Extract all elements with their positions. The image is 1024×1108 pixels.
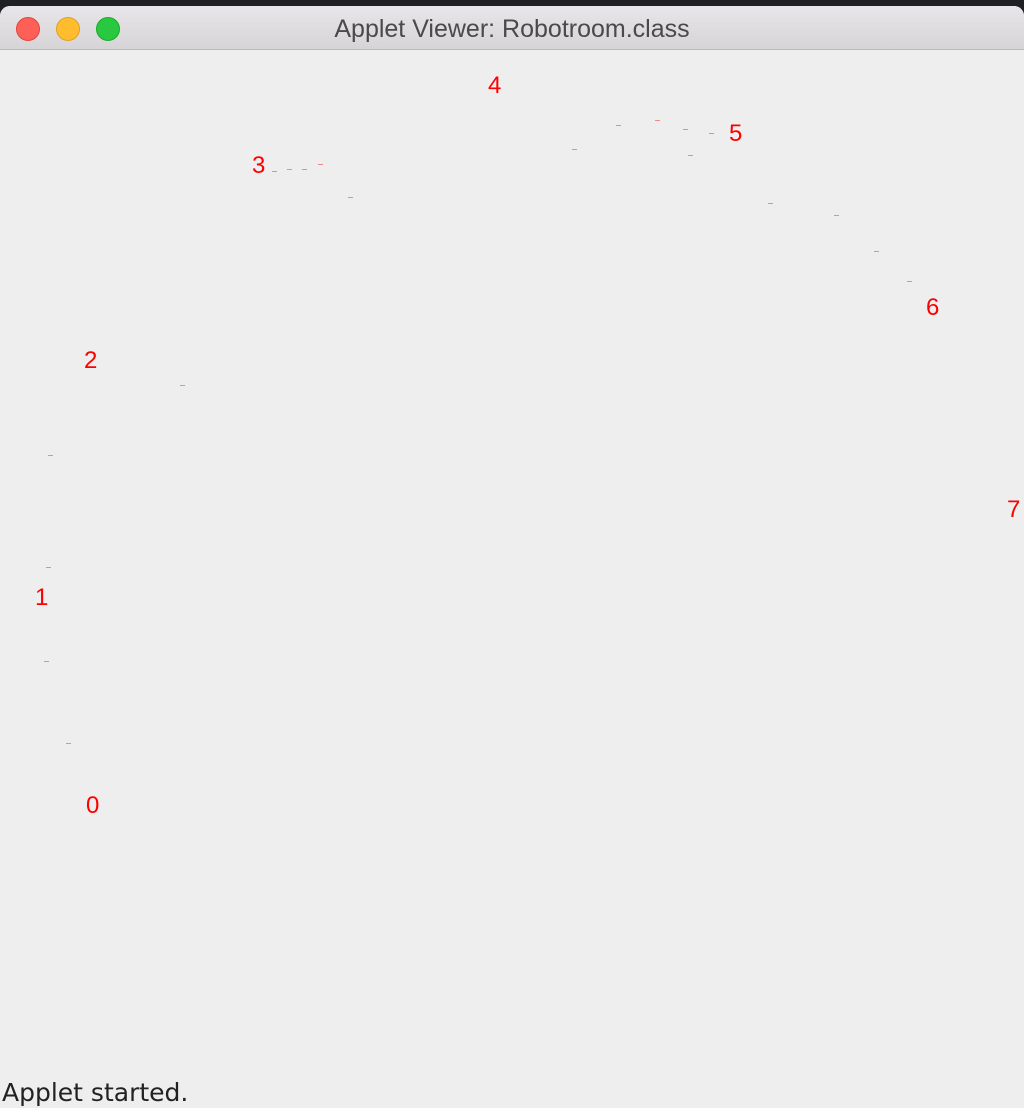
- status-bar-text: Applet started.: [2, 1078, 189, 1107]
- path-trace-mark: [709, 133, 714, 134]
- node-label-3: 3: [252, 152, 266, 179]
- path-trace-mark: [318, 164, 323, 165]
- node-label-6: 6: [926, 294, 940, 321]
- path-trace-mark: [768, 203, 773, 204]
- path-trace-mark: [272, 171, 277, 172]
- applet-canvas[interactable]: 0 1 2 3 4 5 6 7 Applet started.: [0, 50, 1024, 1108]
- node-label-5: 5: [729, 120, 743, 147]
- path-trace-mark: [688, 155, 693, 156]
- path-trace-mark: [683, 129, 688, 130]
- applet-viewer-window: Applet Viewer: Robotroom.class 0 1 2 3 4…: [0, 6, 1024, 1108]
- path-trace-mark: [302, 169, 307, 170]
- path-trace-mark: [616, 125, 621, 126]
- path-trace-mark: [874, 251, 879, 252]
- node-label-2: 2: [84, 347, 98, 374]
- path-trace-mark: [834, 215, 839, 216]
- path-trace-mark: [66, 743, 71, 744]
- node-label-7: 7: [1007, 496, 1021, 523]
- node-label-4: 4: [488, 72, 502, 99]
- path-trace-mark: [48, 455, 53, 456]
- node-label-1: 1: [35, 584, 49, 611]
- path-trace-mark: [572, 149, 577, 150]
- path-trace-mark: [44, 661, 49, 662]
- window-title: Applet Viewer: Robotroom.class: [334, 15, 690, 43]
- path-trace-mark: [907, 281, 912, 282]
- path-trace-mark: [348, 197, 353, 198]
- path-trace-mark: [287, 169, 292, 170]
- path-trace-mark: [180, 385, 185, 386]
- path-trace-mark: [46, 567, 51, 568]
- node-label-0: 0: [86, 792, 100, 819]
- title-bar[interactable]: Applet Viewer: Robotroom.class: [0, 6, 1024, 50]
- path-trace-mark: [655, 120, 660, 121]
